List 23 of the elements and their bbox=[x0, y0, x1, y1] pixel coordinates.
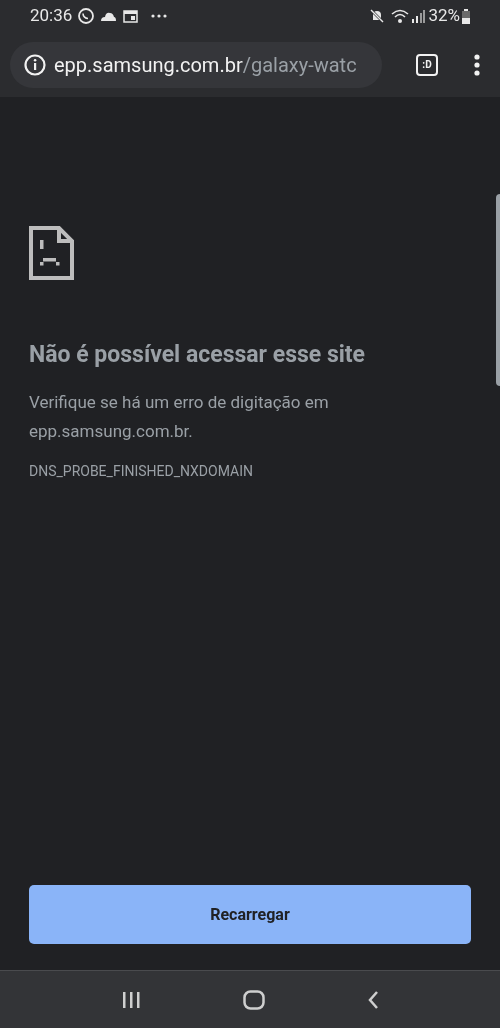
cloud-icon bbox=[100, 10, 118, 22]
sad-page-icon bbox=[29, 226, 74, 280]
menu-icon[interactable] bbox=[474, 53, 480, 76]
wifi-icon bbox=[391, 8, 410, 24]
error-code: DNS_PROBE_FINISHED_NXDOMAIN bbox=[29, 462, 254, 481]
address-field[interactable]: epp.samsung.com.br/galaxy-watc bbox=[10, 41, 382, 88]
error-message: Verifique se há um erro de digitação em epp.samsung.com.br. bbox=[29, 391, 330, 443]
recent-apps-icon[interactable] bbox=[121, 990, 141, 1009]
signal-icon bbox=[411, 9, 426, 23]
more-icon bbox=[151, 14, 168, 18]
window-icon bbox=[123, 9, 139, 23]
info-icon bbox=[24, 53, 46, 76]
error-title: Não é possível acessar esse site bbox=[29, 340, 366, 370]
tab-switcher-button[interactable]: :D bbox=[416, 53, 438, 76]
battery-icon bbox=[462, 8, 470, 24]
url-text: epp.samsung.com.br/galaxy-watc bbox=[54, 51, 357, 79]
battery-percent: 32% bbox=[428, 4, 460, 28]
reload-button[interactable]: Recarregar bbox=[29, 885, 471, 944]
chat-icon bbox=[77, 7, 96, 25]
clock: 20:36 bbox=[30, 4, 73, 28]
back-icon[interactable] bbox=[367, 989, 379, 1010]
mute-icon bbox=[369, 8, 386, 24]
home-icon[interactable] bbox=[243, 989, 265, 1010]
